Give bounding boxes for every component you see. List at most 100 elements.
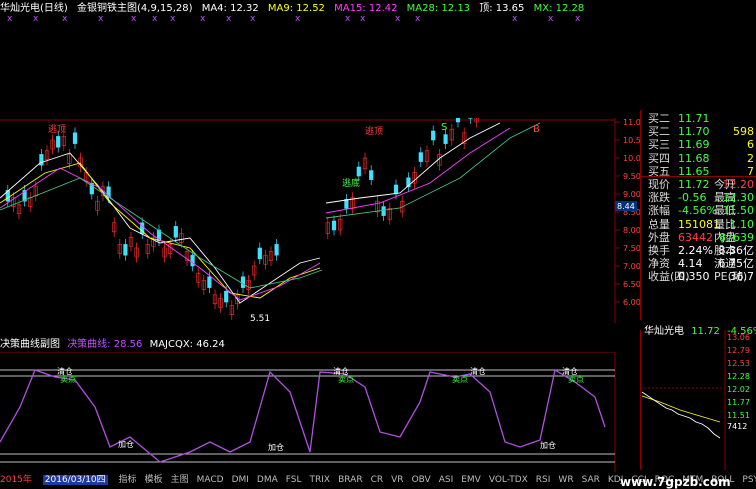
indicator-tab[interactable]: 指标 [119,475,137,485]
moving-average-line [326,128,510,213]
signal-mark: x [98,14,103,24]
ma4-value: MA4: 12.32 [202,3,259,14]
main-candlestick-chart[interactable]: 逃顶 逃顶 逃底 S B 5.51 11.0010.5010.009.509.0… [0,118,640,323]
candle-body [258,248,262,259]
ma15-value: MA15: 12.42 [334,3,397,14]
candle-body [394,185,398,194]
intraday-axis-label: 11.77 [727,398,750,407]
ma28-value: MA28: 12.13 [407,3,470,14]
price-tick-label: 10.50 [623,136,640,145]
candle-body [208,277,212,288]
signal-mark: x [170,14,175,24]
sell-signal-label: 卖点 [452,375,468,384]
signal-marks-row: xxxxxxxxxxxxxxxxxx [0,14,756,24]
mx-value: MX: 12.28 [534,3,585,14]
intraday-axis-label: 12.53 [727,359,750,368]
sell-signal-s: S [441,122,447,133]
indicator-tab[interactable]: WR [558,475,573,485]
price-tick-label: 11.00 [623,118,640,127]
candle-body [345,199,349,208]
signal-mark: x [152,14,157,24]
indicator-tab[interactable]: SAR [582,475,600,485]
intraday-axis-label: 11.51 [727,411,750,420]
signal-mark: x [548,14,553,24]
signal-mark: x [395,14,400,24]
indicator-tab[interactable]: 主图 [171,475,189,485]
indicator-tab[interactable]: RSI [536,475,551,485]
candle-body [369,171,373,180]
intraday-chart[interactable]: 13.0612.7912.5312.2812.0211.7711.51 7412 [640,330,756,470]
indicator-tab[interactable]: FSL [286,475,302,485]
add-signal-label: 加仓 [540,440,556,450]
candle-body [275,244,279,255]
sell-signal-label: 卖点 [60,375,76,384]
signal-mark: x [33,14,38,24]
sell-signal-label: 卖点 [568,375,584,384]
low-price-label: 5.51 [250,314,270,323]
bottom-signal-label: 逃底 [342,177,360,189]
price-tick-label: 9.00 [623,190,640,199]
indicator-tab[interactable]: VOL-TDX [489,475,528,485]
signal-mark: x [345,14,350,24]
indicator-name: 金银铜铁主图(4,9,15,28) [77,3,193,14]
ding-value: 顶: 13.65 [479,3,524,14]
signal-mark: x [415,14,420,24]
price-tick-label: 9.50 [623,172,640,181]
oscillator-header: 决策曲线副图 决策曲线: 28.56 MAJCQX: 46.24 [0,338,225,352]
date-marker[interactable]: 2016/03/10四 [43,475,108,485]
indicator-tab[interactable]: TRIX [310,475,331,485]
candle-body [382,207,386,216]
candle-body [73,133,77,144]
stock-title: 华灿光电(日线) [0,3,68,14]
signal-mark: x [7,14,12,24]
year-label: 2015年 [0,475,32,485]
indicator-tab[interactable]: DMA [257,475,278,485]
signal-mark: x [575,14,580,24]
candle-body [56,136,60,147]
indicator-tab[interactable]: 模板 [145,475,163,485]
candle-body [431,131,435,140]
intraday-axis-label: 12.79 [727,346,750,355]
price-tick-label: 7.50 [623,244,640,253]
candle-body [174,226,178,237]
price-tick-label: 6.00 [623,298,640,307]
intraday-axis: 13.0612.7912.5312.2812.0211.7711.51 [727,333,750,420]
indicator-tab[interactable]: PSY [742,475,756,485]
price-tick-label: 7.00 [623,262,640,271]
indicator-tab[interactable]: BRAR [338,475,362,485]
volume-label: 7412 [727,422,747,431]
oscillator-name: 决策曲线副图 [0,339,60,350]
candle-body [419,153,423,162]
signal-mark: x [62,14,67,24]
current-price-tag-text: 8.44 [617,202,635,211]
candle-body [332,221,336,230]
candle-body [191,255,195,266]
decision-curve-line [0,370,605,462]
price-tick-label: 10.00 [623,154,640,163]
indicator-tab[interactable]: DMI [232,475,249,485]
quote-panel-border [640,110,756,320]
indicator-tab[interactable]: MACD [197,475,224,485]
intraday-axis-label: 13.06 [727,333,750,342]
candle-body [40,154,44,165]
indicator-tab[interactable]: VR [391,475,403,485]
indicator-tab[interactable]: OBV [412,475,431,485]
candle-body [444,135,448,144]
indicator-tab[interactable]: CR [371,475,384,485]
decision-curve-oscillator[interactable]: 清仓卖点清仓卖点清仓卖点清仓卖点加仓加仓加仓 [0,352,620,472]
price-tick-label: 8.00 [623,226,640,235]
candle-body [357,167,361,176]
majcqx-value: MAJCQX: 46.24 [150,339,225,350]
indicator-tab[interactable]: ASI [439,475,454,485]
indicator-tab[interactable]: EMV [461,475,481,485]
signal-mark: x [295,14,300,24]
moving-average-line [326,123,500,203]
add-signal-label: 加仓 [268,442,284,452]
signal-mark: x [131,14,136,24]
signal-mark: x [200,14,205,24]
clear-signal-label: 清仓 [470,366,486,376]
sell-signal-label: 卖点 [338,375,354,384]
signal-mark: x [512,14,517,24]
candle-body [124,244,128,255]
intraday-price-line [642,392,720,438]
